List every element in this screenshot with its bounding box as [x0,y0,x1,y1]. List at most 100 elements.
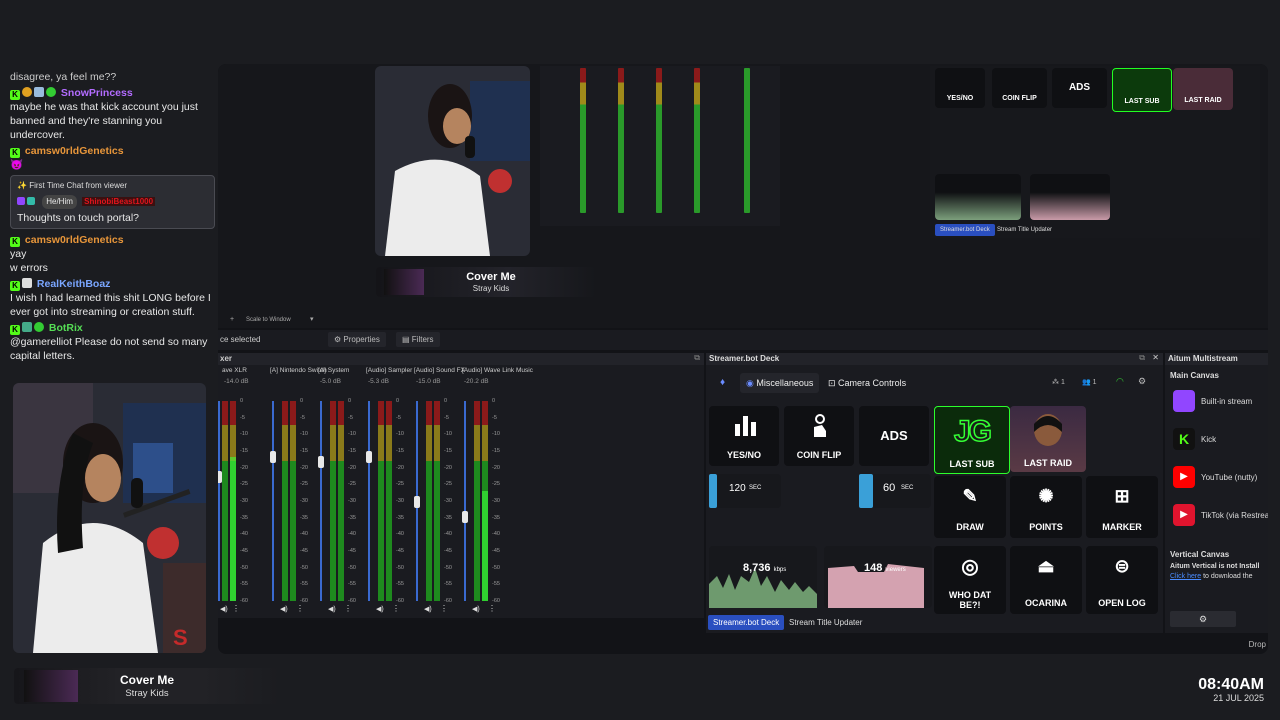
mixer-channel: [Audio] Sound FX -15.0 dB 0 -5 -10 -15 -20 -25 -… [414,367,465,617]
coin-flip-button[interactable]: COIN FLIP [784,406,854,466]
meter-tick: -10 [396,431,404,438]
mute-speaker-icon[interactable]: ◀) [220,605,228,613]
volume-meter [222,401,228,601]
chat-username: camsw0rldGenetics [24,234,124,246]
marker-button[interactable]: ⊞ MARKER [1086,476,1158,538]
meter-tick: -45 [396,548,404,554]
channel-menu-icon[interactable]: ⋮ [488,604,496,613]
meter-tick: -5 [240,414,245,421]
marker-icon: ⊞ [1114,486,1130,506]
meter-tick: -55 [396,581,404,588]
scale-dropdown[interactable]: Scale to Window [246,317,291,323]
mute-speaker-icon[interactable]: ◀) [328,605,336,613]
meter-tick: -20 [492,464,500,471]
source-toolbar: ce selected ⚙ Properties ▤ Filters [218,330,1268,350]
viewers-chart [828,564,924,608]
viewers-value: 148 viewers [864,562,906,574]
properties-button[interactable]: ⚙ Properties [328,332,386,347]
volume-meter [330,401,336,601]
meter-tick: 0 [348,398,352,404]
preview-meter [694,68,700,213]
open-log-button[interactable]: ⊜ OPEN LOG [1086,546,1158,614]
timer-value: 60 [883,482,896,494]
users-counter: 👥 1 [1082,379,1097,386]
fader-knob[interactable] [318,456,324,468]
timer-60-button[interactable]: 60 SEC [859,474,931,508]
meter-tick: -30 [240,498,248,504]
meter-tick: -50 [444,564,452,571]
mute-speaker-icon[interactable]: ◀) [472,605,480,613]
meter-tick: 0 [492,398,496,404]
mute-speaker-icon[interactable]: ◀) [424,605,432,613]
fader-knob[interactable] [218,471,222,483]
tab-stream-title-updater[interactable]: Stream Title Updater [784,615,867,630]
channel-menu-icon[interactable]: ⋮ [440,604,448,613]
meter-tick: -15 [300,448,308,454]
volume-fader[interactable] [320,401,322,601]
meter-tick: -5 [396,414,401,421]
mute-speaker-icon[interactable]: ◀) [376,605,384,613]
ocarina-button[interactable]: ⏏ OCARINA [1010,546,1082,614]
meter-tick: -30 [348,498,356,504]
preview-album-art [384,269,424,295]
channel-menu-icon[interactable]: ⋮ [344,604,352,613]
chat-message: K BotRix @gamerelliot Please do not send… [10,321,215,363]
draw-button[interactable]: ✎ DRAW [934,476,1006,538]
undock-icon[interactable]: ⧉ [694,353,700,363]
timer-bar [859,474,873,508]
meter-tick: -55 [444,581,452,588]
add-icon[interactable]: + [230,316,234,323]
volume-fader[interactable] [368,401,370,601]
vertical-canvas-label: Vertical Canvas [1170,550,1230,559]
pencil-icon: ✎ [962,486,978,506]
meter-tick: -25 [396,481,404,488]
fader-knob[interactable] [366,451,372,463]
volume-fader[interactable] [218,401,220,601]
meter-tick: -30 [492,498,500,504]
bar-chart-icon [735,416,756,436]
preview-mixer [540,66,780,226]
meter-tick: -45 [240,548,248,554]
channel-db: -5.0 dB [320,378,341,385]
meter-tick: -55 [348,581,356,588]
channel-menu-icon[interactable]: ⋮ [232,604,240,613]
viewers-graph: 148 viewers [824,546,932,608]
fader-knob[interactable] [462,511,468,523]
gift-badge-icon [34,87,44,97]
tab-streamerbot-deck[interactable]: Streamer.bot Deck [708,615,785,630]
tab-camera-controls[interactable]: ⊡ Camera Controls [824,373,910,393]
deck-title: Streamer.bot Deck [709,354,780,363]
volume-fader[interactable] [272,401,274,601]
meter-tick: -25 [492,481,500,488]
channel-menu-icon[interactable]: ⋮ [296,604,304,613]
timer-120-button[interactable]: 120 SEC [709,474,781,508]
channel-db: -14.0 dB [224,378,249,385]
fader-knob[interactable] [270,451,276,463]
last-raid-button[interactable]: LAST RAID [1010,406,1086,472]
preview-toolbar: + Scale to Window ▾ [218,314,1268,328]
fader-knob[interactable] [414,496,420,508]
meter-tick: -45 [348,548,356,554]
chevron-down-icon[interactable]: ▾ [310,315,314,323]
streamerbot-icon[interactable]: ♦ [720,377,725,388]
close-icon[interactable]: ✕ [1152,353,1159,362]
points-button[interactable]: ✺ POINTS [1010,476,1082,538]
volume-fader[interactable] [464,401,466,601]
meter-tick: -45 [300,548,308,554]
multistream-settings-button[interactable]: ⚙ [1170,611,1236,627]
mute-speaker-icon[interactable]: ◀) [280,605,288,613]
chat-message: K camsw0rldGenetics yay w errors [10,233,215,275]
channel-menu-icon[interactable]: ⋮ [392,604,400,613]
last-sub-button[interactable]: JG LAST SUB [934,406,1010,474]
tab-miscellaneous[interactable]: ◉ Miscellaneous [740,373,820,393]
settings-sliders-icon[interactable]: ⚙ [1138,376,1146,387]
who-dat-be-button[interactable]: ◎ WHO DAT BE?! [934,546,1006,614]
meter-tick: 0 [240,398,244,404]
meter-tick: -40 [300,531,308,538]
ads-button[interactable]: ADS [859,406,929,466]
undock-icon[interactable]: ⧉ [1139,353,1145,363]
meter-tick: -50 [492,564,500,571]
filters-button[interactable]: ▤ Filters [396,332,440,347]
click-here-link[interactable]: Click here [1170,573,1201,580]
yes-no-button[interactable]: YES/NO [709,406,779,466]
